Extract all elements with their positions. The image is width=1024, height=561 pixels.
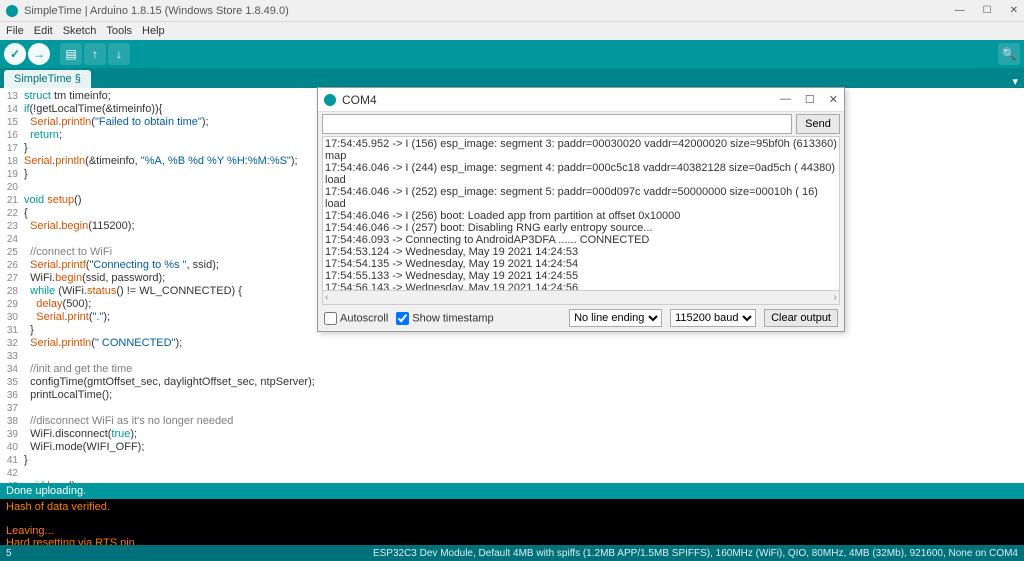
tab-dropdown-icon[interactable]: ▾ <box>1012 75 1018 88</box>
menu-sketch[interactable]: Sketch <box>63 25 97 37</box>
code-line[interactable]: 40 WiFi.mode(WIFI_OFF); <box>0 441 1024 454</box>
footer-bar: 5 ESP32C3 Dev Module, Default 4MB with s… <box>0 545 1024 561</box>
serial-output-line: 17:54:55.133 -> Wednesday, May 19 2021 1… <box>325 270 837 282</box>
menu-tools[interactable]: Tools <box>106 25 132 37</box>
autoscroll-checkbox[interactable]: Autoscroll <box>324 312 388 325</box>
new-button[interactable]: ▤ <box>60 43 82 65</box>
upload-button[interactable]: → <box>28 43 50 65</box>
close-button[interactable]: ✕ <box>1010 5 1018 16</box>
footer-line-number: 5 <box>6 548 12 559</box>
line-ending-select[interactable]: No line ending <box>569 309 662 327</box>
code-line[interactable]: 42 <box>0 467 1024 480</box>
console-line: Hard resetting via RTS pin... <box>6 537 1018 545</box>
serial-output-line: 17:54:45.952 -> I (156) esp_image: segme… <box>325 138 837 162</box>
serial-minimize-button[interactable]: — <box>780 93 791 106</box>
serial-monitor-button[interactable]: 🔍 <box>998 43 1020 65</box>
serial-maximize-button[interactable]: ☐ <box>805 93 815 106</box>
tab-simpletime[interactable]: SimpleTime § <box>4 70 91 88</box>
serial-output-line: 17:54:46.046 -> I (244) esp_image: segme… <box>325 162 837 186</box>
window-title: SimpleTime | Arduino 1.8.15 (Windows Sto… <box>24 5 289 17</box>
save-button[interactable]: ↓ <box>108 43 130 65</box>
arduino-icon <box>324 94 336 106</box>
serial-hscrollbar[interactable]: ‹› <box>323 290 839 304</box>
code-line[interactable]: 39 WiFi.disconnect(true); <box>0 428 1024 441</box>
code-line[interactable]: 37 <box>0 402 1024 415</box>
serial-titlebar[interactable]: COM4 — ☐ ✕ <box>318 88 844 112</box>
code-line[interactable]: 34 //init and get the time <box>0 363 1024 376</box>
window-titlebar: SimpleTime | Arduino 1.8.15 (Windows Sto… <box>0 0 1024 22</box>
code-line[interactable]: 38 //disconnect WiFi as it's no longer n… <box>0 415 1024 428</box>
code-line[interactable]: 32 Serial.println(" CONNECTED"); <box>0 337 1024 350</box>
serial-input-field[interactable] <box>322 114 792 134</box>
output-console[interactable]: Hash of data verified. Leaving...Hard re… <box>0 499 1024 545</box>
serial-monitor-window: COM4 — ☐ ✕ Send 17:54:45.952 -> I (156) … <box>317 87 845 332</box>
window-controls: — ☐ ✕ <box>955 5 1018 16</box>
open-button[interactable]: ↑ <box>84 43 106 65</box>
serial-output-area[interactable]: 17:54:45.952 -> I (156) esp_image: segme… <box>322 136 840 305</box>
console-line <box>6 513 1018 525</box>
serial-output-line: 17:54:46.046 -> I (256) boot: Loaded app… <box>325 210 837 222</box>
verify-button[interactable]: ✓ <box>4 43 26 65</box>
serial-output-line: 17:54:46.046 -> I (257) boot: Disabling … <box>325 222 837 234</box>
console-line: Hash of data verified. <box>6 501 1018 513</box>
clear-output-button[interactable]: Clear output <box>764 309 838 327</box>
menu-help[interactable]: Help <box>142 25 165 37</box>
serial-output-line: 17:54:53.124 -> Wednesday, May 19 2021 1… <box>325 246 837 258</box>
serial-title: COM4 <box>342 93 377 107</box>
toolbar: ✓ → ▤ ↑ ↓ 🔍 <box>0 40 1024 68</box>
arduino-icon <box>6 5 18 17</box>
console-line: Leaving... <box>6 525 1018 537</box>
menu-bar: File Edit Sketch Tools Help <box>0 22 1024 40</box>
serial-send-button[interactable]: Send <box>796 114 840 134</box>
menu-file[interactable]: File <box>6 25 24 37</box>
serial-output-line: 17:54:46.046 -> I (252) esp_image: segme… <box>325 186 837 210</box>
maximize-button[interactable]: ☐ <box>983 5 992 16</box>
code-line[interactable]: 36 printLocalTime(); <box>0 389 1024 402</box>
serial-close-button[interactable]: ✕ <box>829 93 838 106</box>
status-text: Done uploading. <box>6 485 86 497</box>
serial-output-line: 17:54:46.093 -> Connecting to AndroidAP3… <box>325 234 837 246</box>
code-line[interactable]: 35 configTime(gmtOffset_sec, daylightOff… <box>0 376 1024 389</box>
status-bar: Done uploading. <box>0 483 1024 499</box>
footer-board-info: ESP32C3 Dev Module, Default 4MB with spi… <box>373 548 1018 559</box>
baud-select[interactable]: 115200 baud <box>670 309 756 327</box>
tab-bar: SimpleTime § ▾ <box>0 68 1024 88</box>
serial-output-line: 17:54:54.135 -> Wednesday, May 19 2021 1… <box>325 258 837 270</box>
menu-edit[interactable]: Edit <box>34 25 53 37</box>
code-line[interactable]: 33 <box>0 350 1024 363</box>
timestamp-checkbox[interactable]: Show timestamp <box>396 312 493 325</box>
minimize-button[interactable]: — <box>955 5 965 16</box>
code-line[interactable]: 41} <box>0 454 1024 467</box>
